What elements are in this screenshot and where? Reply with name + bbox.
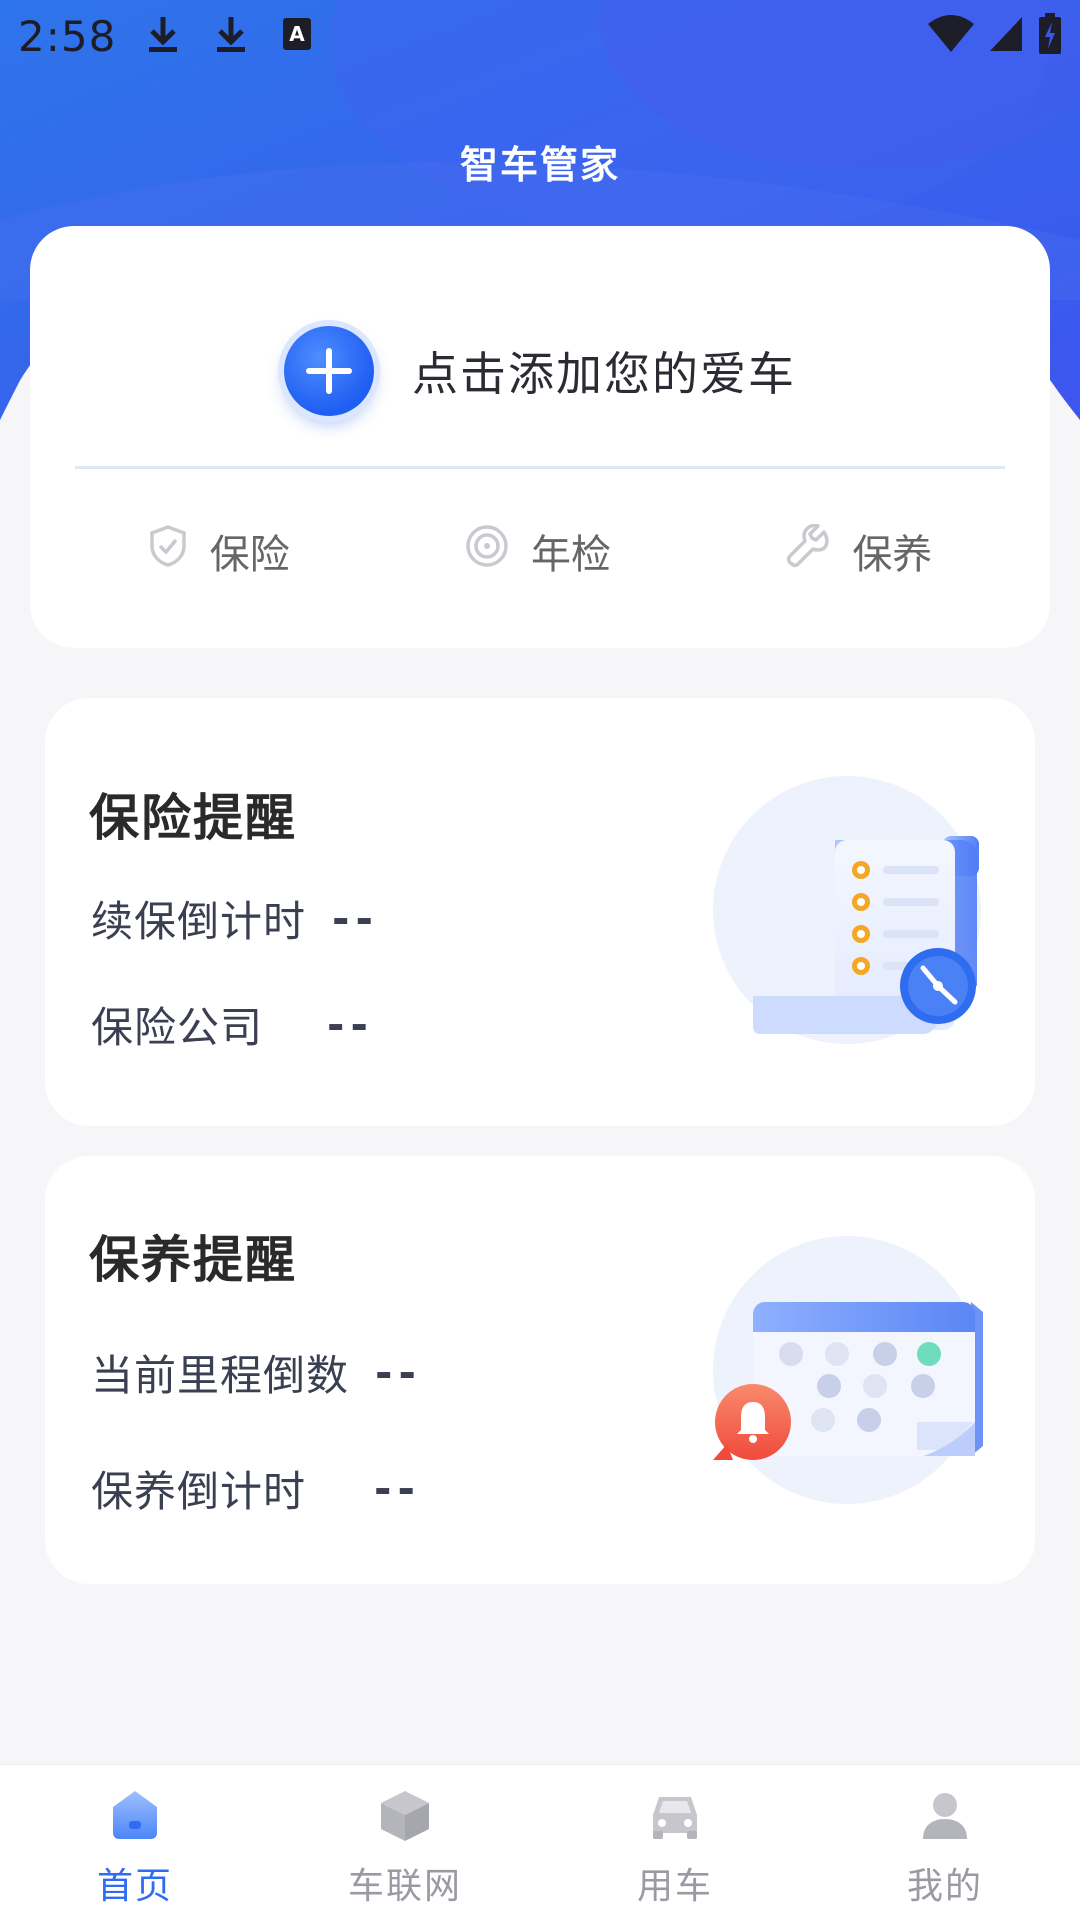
home-icon — [107, 1783, 163, 1847]
service-insurance[interactable]: 保险 — [128, 516, 310, 586]
status-bar: 2:58 A — [0, 0, 1080, 72]
add-car-label: 点击添加您的爱车 — [412, 347, 796, 401]
svg-text:A: A — [290, 22, 306, 46]
nav-use-car[interactable]: 用车 — [565, 1765, 785, 1909]
service-inspection[interactable]: 年检 — [445, 516, 631, 586]
car-services: 保险 年检 保养 — [30, 516, 1050, 586]
battery-charging-icon — [1038, 13, 1062, 59]
service-maintenance-label: 保养 — [852, 532, 933, 578]
calendar-bell-icon — [713, 1236, 1003, 1520]
maintenance-reminder-title: 保养提醒 — [89, 1231, 297, 1289]
add-car-button[interactable]: 点击添加您的爱车 — [30, 316, 1050, 426]
download-icon — [146, 15, 180, 57]
target-icon — [465, 524, 509, 578]
shield-check-icon — [148, 524, 188, 578]
signal-icon — [988, 15, 1024, 57]
mileage-countdown-row: 当前里程倒数 -- — [91, 1342, 422, 1403]
bottom-nav: 首页 车联网 用车 我的 — [0, 1764, 1080, 1920]
mileage-countdown-value: -- — [375, 1348, 422, 1397]
wrench-icon — [786, 523, 830, 578]
nav-iov[interactable]: 车联网 — [295, 1765, 515, 1909]
nav-use-car-label: 用车 — [636, 1866, 713, 1907]
mileage-countdown-label: 当前里程倒数 — [91, 1351, 350, 1400]
insurance-company-row: 保险公司 -- — [91, 994, 374, 1055]
service-insurance-label: 保险 — [209, 532, 290, 578]
divider — [75, 466, 1005, 469]
add-car-card: 点击添加您的爱车 保险 年检 保养 — [30, 226, 1050, 648]
keyboard-a-icon: A — [282, 17, 312, 55]
maintenance-countdown-row: 保养倒计时 -- — [91, 1458, 421, 1519]
insurance-reminder-title: 保险提醒 — [89, 789, 297, 847]
status-time: 2:58 — [18, 11, 117, 61]
plus-icon[interactable] — [284, 326, 374, 416]
insurance-reminder-card[interactable]: 保险提醒 续保倒计时 -- 保险公司 -- — [45, 698, 1035, 1126]
maintenance-reminder-card[interactable]: 保养提醒 当前里程倒数 -- 保养倒计时 -- — [45, 1156, 1035, 1584]
nav-mine[interactable]: 我的 — [835, 1765, 1055, 1909]
maintenance-countdown-label: 保养倒计时 — [91, 1467, 307, 1516]
insurance-company-label: 保险公司 — [91, 1003, 264, 1052]
service-inspection-label: 年检 — [530, 532, 611, 578]
nav-home-label: 首页 — [96, 1866, 173, 1907]
user-icon — [917, 1783, 973, 1847]
renewal-countdown-label: 续保倒计时 — [91, 897, 307, 946]
wifi-icon — [928, 14, 974, 58]
renewal-countdown-row: 续保倒计时 -- — [91, 888, 379, 949]
download-icon — [214, 15, 248, 57]
service-maintenance[interactable]: 保养 — [766, 516, 952, 586]
insurance-company-value: -- — [327, 1000, 374, 1049]
cube-icon — [377, 1783, 433, 1847]
car-icon — [647, 1783, 703, 1847]
nav-mine-label: 我的 — [906, 1866, 983, 1907]
page-title: 智车管家 — [459, 143, 620, 187]
maintenance-countdown-value: -- — [374, 1464, 421, 1513]
insurance-document-clock-icon — [713, 776, 993, 1060]
nav-home[interactable]: 首页 — [25, 1765, 245, 1909]
renewal-countdown-value: -- — [332, 894, 379, 943]
nav-iov-label: 车联网 — [347, 1866, 462, 1907]
